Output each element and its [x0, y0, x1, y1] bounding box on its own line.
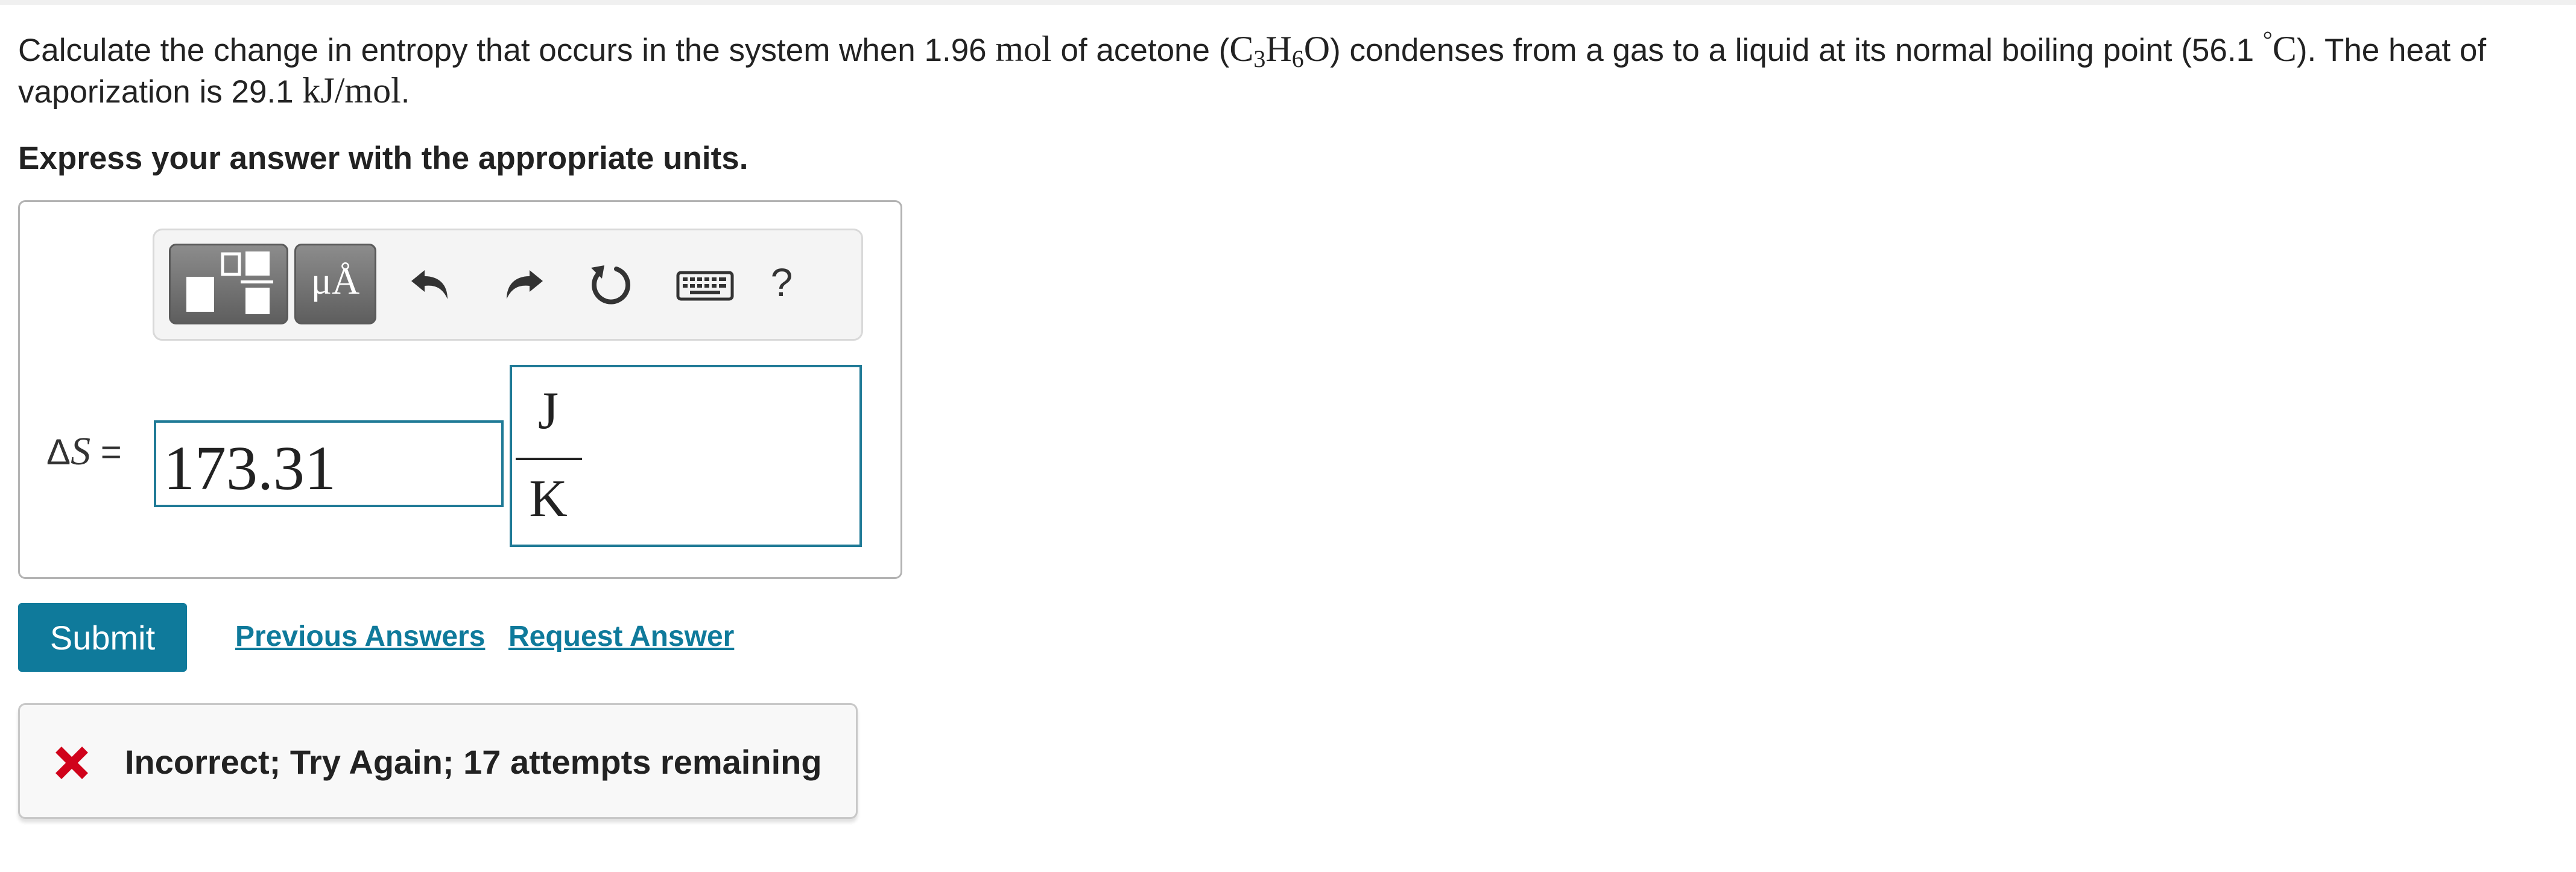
- top-bar: [0, 0, 2576, 5]
- instruction-text: Express your answer with the appropriate…: [18, 141, 748, 176]
- templates-button[interactable]: [169, 244, 288, 324]
- math-toolbar: μÅ ?: [153, 229, 863, 341]
- answer-units-input[interactable]: J K: [510, 365, 862, 547]
- reset-button[interactable]: [581, 254, 639, 312]
- previous-answers-link[interactable]: Previous Answers: [235, 620, 485, 653]
- keyboard-icon: [676, 271, 734, 301]
- templates-icon: [186, 251, 273, 314]
- undo-button[interactable]: [404, 254, 462, 312]
- help-button[interactable]: ?: [758, 259, 806, 305]
- units-button[interactable]: μÅ: [294, 244, 376, 324]
- fraction-bar: [516, 458, 582, 460]
- answer-panel: μÅ ? ΔS = 173.31 J K: [18, 200, 902, 579]
- request-answer-link[interactable]: Request Answer: [508, 620, 734, 653]
- x-icon: [55, 747, 88, 779]
- redo-icon: [507, 270, 543, 299]
- redo-button[interactable]: [492, 254, 550, 312]
- delta-s-label: ΔS =: [46, 429, 122, 473]
- keyboard-button[interactable]: [672, 254, 738, 312]
- question-text: Calculate the change in entropy that occ…: [18, 26, 2487, 111]
- feedback-message: Incorrect; Try Again; 17 attempts remain…: [125, 743, 822, 781]
- undo-icon: [411, 270, 448, 299]
- reset-icon: [591, 265, 631, 305]
- answer-value-input[interactable]: 173.31: [154, 420, 504, 507]
- submit-button[interactable]: Submit: [18, 603, 187, 672]
- feedback-box: Incorrect; Try Again; 17 attempts remain…: [18, 703, 858, 819]
- unit-denominator: K: [529, 470, 568, 528]
- unit-numerator: J: [537, 382, 559, 440]
